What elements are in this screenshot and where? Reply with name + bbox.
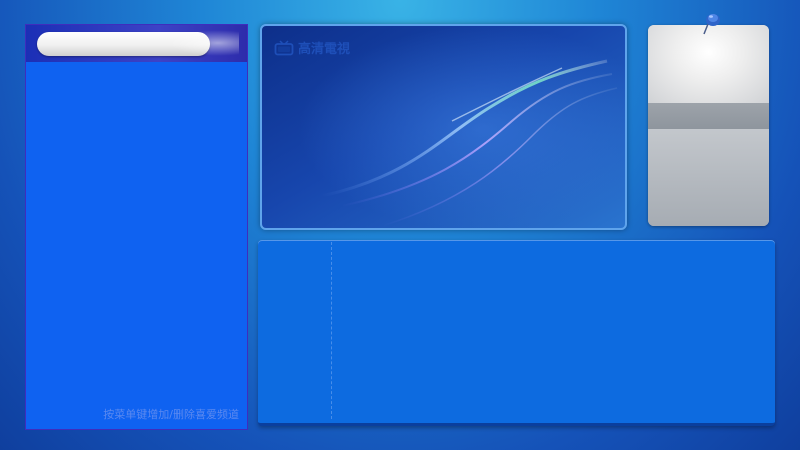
info-card	[648, 25, 769, 226]
hd-tv-text: 高清電視	[298, 42, 351, 57]
pushpin-icon	[703, 14, 720, 35]
video-preview[interactable]: 高清電視	[260, 24, 627, 230]
channel-list[interactable]	[26, 62, 247, 405]
epg-divider	[331, 242, 332, 419]
program-guide-panel[interactable]	[258, 240, 775, 426]
tv-icon	[274, 39, 294, 55]
channel-list-panel: 按菜单键增加/删除喜爱频道	[25, 24, 248, 430]
info-card-top	[648, 25, 769, 103]
info-card-band	[648, 103, 769, 129]
channel-list-header	[26, 25, 247, 62]
search-input[interactable]	[37, 32, 210, 56]
favorite-hint: 按菜单键增加/删除喜爱频道	[103, 408, 239, 421]
info-card-bottom	[648, 129, 769, 226]
hd-tv-logo: 高清電視	[274, 38, 350, 57]
